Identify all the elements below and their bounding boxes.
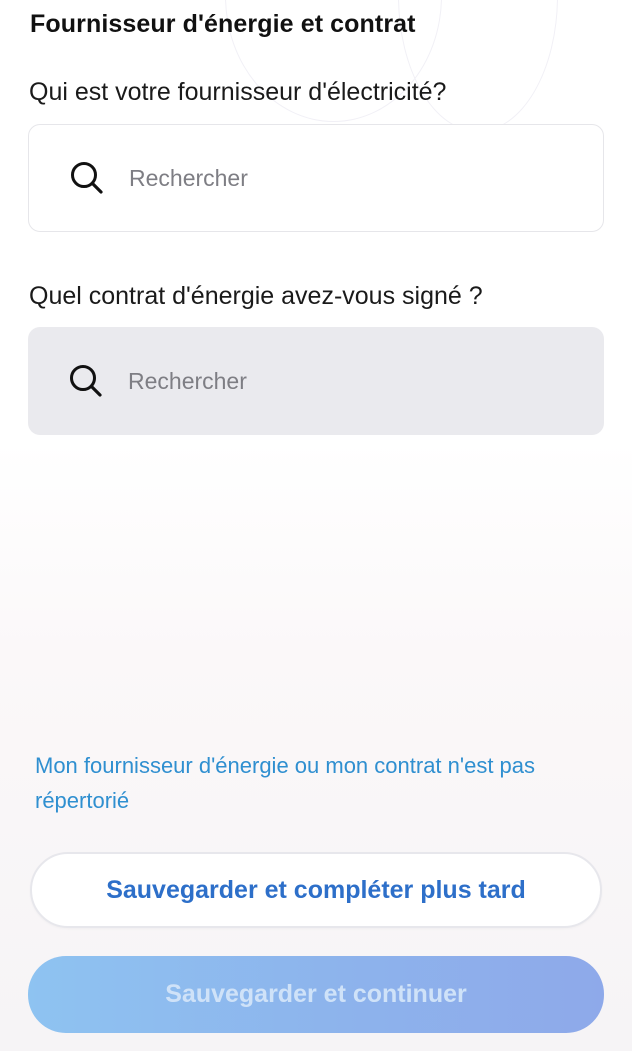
contract-question-label: Quel contrat d'énergie avez-vous signé ? (29, 282, 483, 310)
search-icon (70, 365, 102, 397)
contract-search-input[interactable] (128, 363, 584, 399)
supplier-question-label: Qui est votre fournisseur d'électricité? (29, 78, 447, 106)
supplier-search-box[interactable] (28, 124, 604, 232)
save-and-continue-button[interactable]: Sauvegarder et continuer (28, 956, 604, 1033)
contract-search-box[interactable] (28, 327, 604, 435)
save-and-complete-later-button[interactable]: Sauvegarder et compléter plus tard (30, 852, 602, 928)
supplier-search-input[interactable] (129, 160, 583, 196)
search-icon (71, 162, 103, 194)
page-title: Fournisseur d'énergie et contrat (30, 10, 416, 38)
background-decoration-circle (398, 0, 558, 132)
supplier-not-listed-link[interactable]: Mon fournisseur d'énergie ou mon contrat… (35, 748, 605, 818)
